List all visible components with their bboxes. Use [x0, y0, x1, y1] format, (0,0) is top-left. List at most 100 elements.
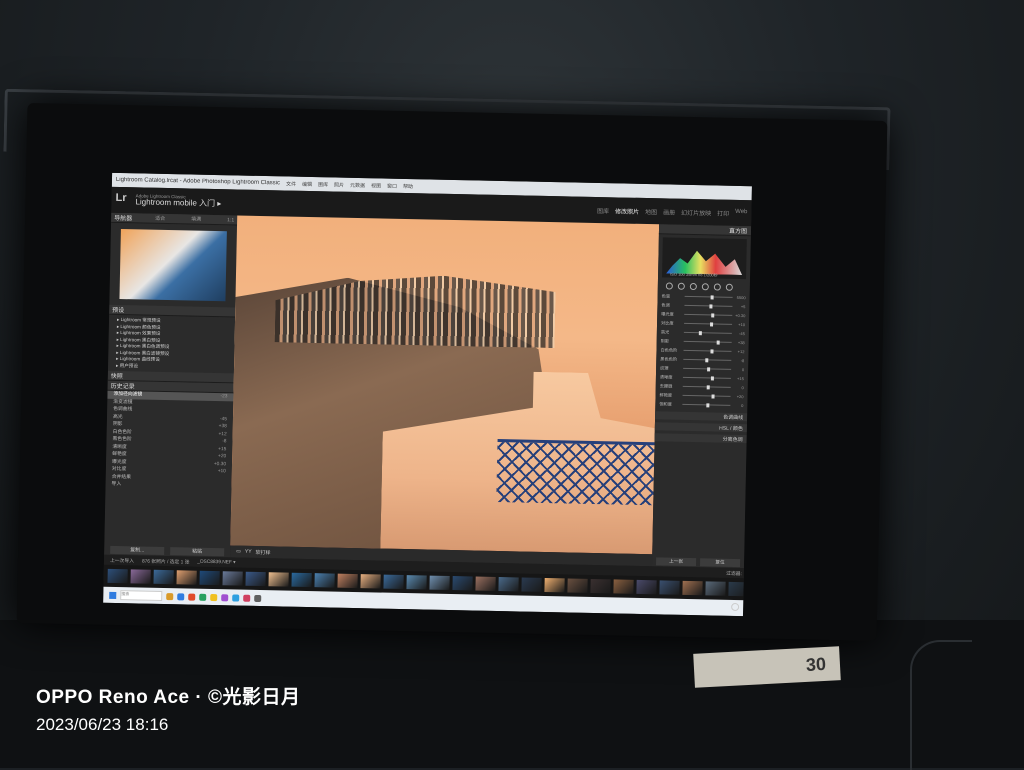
- brush-icon[interactable]: [726, 284, 733, 291]
- paste-button[interactable]: 粘贴: [170, 547, 224, 556]
- histogram-header[interactable]: 直方图: [659, 224, 751, 236]
- slider-track[interactable]: [683, 377, 731, 379]
- slider-knob[interactable]: [716, 340, 719, 344]
- filmstrip-thumbnail[interactable]: [590, 579, 610, 593]
- taskbar-search[interactable]: 搜索: [120, 590, 162, 601]
- module-web[interactable]: Web: [735, 208, 747, 217]
- slider-knob[interactable]: [710, 349, 713, 353]
- slider-knob[interactable]: [706, 403, 709, 407]
- spot-removal-icon[interactable]: [678, 283, 685, 290]
- slider-value[interactable]: +5: [735, 304, 745, 309]
- file-name[interactable]: _DSC8839.NEF ▾: [197, 559, 235, 565]
- slider-track[interactable]: [683, 359, 731, 361]
- menu-view[interactable]: 视图: [371, 182, 381, 189]
- crop-tool-icon[interactable]: [666, 282, 673, 289]
- reset-button[interactable]: 复位: [700, 558, 740, 567]
- slider-value[interactable]: -8: [734, 358, 744, 363]
- slider-knob[interactable]: [711, 295, 714, 299]
- filmstrip-thumbnail[interactable]: [728, 582, 748, 596]
- filmstrip-thumbnail[interactable]: [452, 576, 472, 590]
- slider-value[interactable]: 5500: [736, 295, 746, 300]
- slider-value[interactable]: +10: [735, 322, 745, 327]
- filmstrip-thumbnail[interactable]: [636, 580, 656, 594]
- menu-metadata[interactable]: 元数据: [350, 181, 365, 188]
- module-develop[interactable]: 修改照片: [615, 206, 639, 216]
- menu-library[interactable]: 图库: [318, 181, 328, 188]
- previous-button[interactable]: 上一张: [656, 557, 696, 566]
- module-map[interactable]: 地图: [645, 207, 657, 216]
- slider-track[interactable]: [683, 386, 731, 388]
- source-label[interactable]: 上一次导入: [110, 556, 134, 564]
- module-book[interactable]: 画册: [663, 207, 675, 216]
- slider-track[interactable]: [683, 368, 731, 370]
- filmstrip-thumbnail[interactable]: [475, 577, 495, 591]
- taskbar-app-icon[interactable]: [177, 593, 184, 600]
- hsl-header[interactable]: HSL / 颜色: [655, 422, 747, 432]
- preset-folder[interactable]: ▸ 用户预设: [116, 362, 226, 371]
- slider-value[interactable]: 0: [734, 367, 744, 372]
- develop-slider[interactable]: 饱和度0: [655, 399, 747, 410]
- filmstrip-thumbnail[interactable]: [682, 581, 702, 595]
- slider-track[interactable]: [683, 350, 731, 352]
- filmstrip-thumbnail[interactable]: [108, 569, 128, 583]
- filmstrip-thumbnail[interactable]: [544, 578, 564, 592]
- slider-track[interactable]: [684, 332, 732, 334]
- taskbar-app-icon[interactable]: [221, 594, 228, 601]
- red-eye-icon[interactable]: [690, 283, 697, 290]
- filmstrip-thumbnail[interactable]: [131, 569, 151, 583]
- slider-track[interactable]: [683, 395, 731, 397]
- menu-help[interactable]: 帮助: [403, 182, 413, 189]
- filmstrip-thumbnail[interactable]: [314, 573, 334, 587]
- filmstrip-thumbnail[interactable]: [176, 570, 196, 584]
- filmstrip-thumbnail[interactable]: [222, 571, 242, 585]
- navigator-preview[interactable]: [119, 229, 226, 301]
- loupe-view-icon[interactable]: ▭: [236, 549, 241, 555]
- module-slideshow[interactable]: 幻灯片放映: [681, 207, 711, 217]
- zoom-fill[interactable]: 填满: [191, 216, 201, 223]
- navigator-header[interactable]: 导航器 适合 填满 1:1: [111, 213, 237, 226]
- filmstrip-thumbnail[interactable]: [567, 578, 587, 592]
- windows-start-icon[interactable]: [109, 591, 116, 598]
- filmstrip-thumbnail[interactable]: [337, 574, 357, 588]
- identity-text[interactable]: Lightroom mobile 入门 ▸: [135, 199, 221, 209]
- slider-value[interactable]: 0: [733, 403, 743, 408]
- graduated-filter-icon[interactable]: [702, 283, 709, 290]
- slider-knob[interactable]: [699, 331, 702, 335]
- slider-value[interactable]: +12: [734, 349, 744, 354]
- taskbar-app-icon[interactable]: [199, 593, 206, 600]
- slider-knob[interactable]: [711, 394, 714, 398]
- slider-value[interactable]: +0.30: [735, 313, 745, 318]
- menu-photo[interactable]: 照片: [334, 181, 344, 188]
- slider-value[interactable]: 0: [734, 385, 744, 390]
- history-item[interactable]: 导入: [105, 481, 231, 491]
- zoom-fit[interactable]: 适合: [155, 215, 165, 222]
- filmstrip-thumbnail[interactable]: [383, 575, 403, 589]
- module-library[interactable]: 图库: [597, 206, 609, 215]
- slider-knob[interactable]: [710, 322, 713, 326]
- slider-track[interactable]: [684, 305, 732, 307]
- slider-track[interactable]: [682, 404, 730, 406]
- taskbar-app-icon[interactable]: [254, 594, 261, 601]
- filmstrip-thumbnail[interactable]: [521, 578, 541, 592]
- module-print[interactable]: 打印: [717, 208, 729, 217]
- filmstrip-thumbnail[interactable]: [406, 575, 426, 589]
- filmstrip-thumbnail[interactable]: [245, 572, 265, 586]
- slider-knob[interactable]: [707, 385, 710, 389]
- filmstrip-thumbnail[interactable]: [153, 570, 173, 584]
- filmstrip-thumbnail[interactable]: [199, 571, 219, 585]
- filmstrip-thumbnail[interactable]: [613, 579, 633, 593]
- filmstrip-thumbnail[interactable]: [291, 573, 311, 587]
- slider-track[interactable]: [684, 314, 732, 316]
- taskbar-app-icon[interactable]: [166, 593, 173, 600]
- slider-knob[interactable]: [705, 358, 708, 362]
- slider-value[interactable]: +15: [734, 376, 744, 381]
- menu-file[interactable]: 文件: [286, 180, 296, 187]
- filmstrip-thumbnail[interactable]: [268, 572, 288, 586]
- slider-knob[interactable]: [711, 376, 714, 380]
- taskbar-app-icon[interactable]: [188, 593, 195, 600]
- slider-knob[interactable]: [707, 367, 710, 371]
- slider-track[interactable]: [684, 341, 732, 343]
- split-toning-header[interactable]: 分离色调: [655, 433, 747, 443]
- before-after-button[interactable]: YY: [245, 549, 252, 555]
- slider-value[interactable]: -45: [735, 331, 745, 336]
